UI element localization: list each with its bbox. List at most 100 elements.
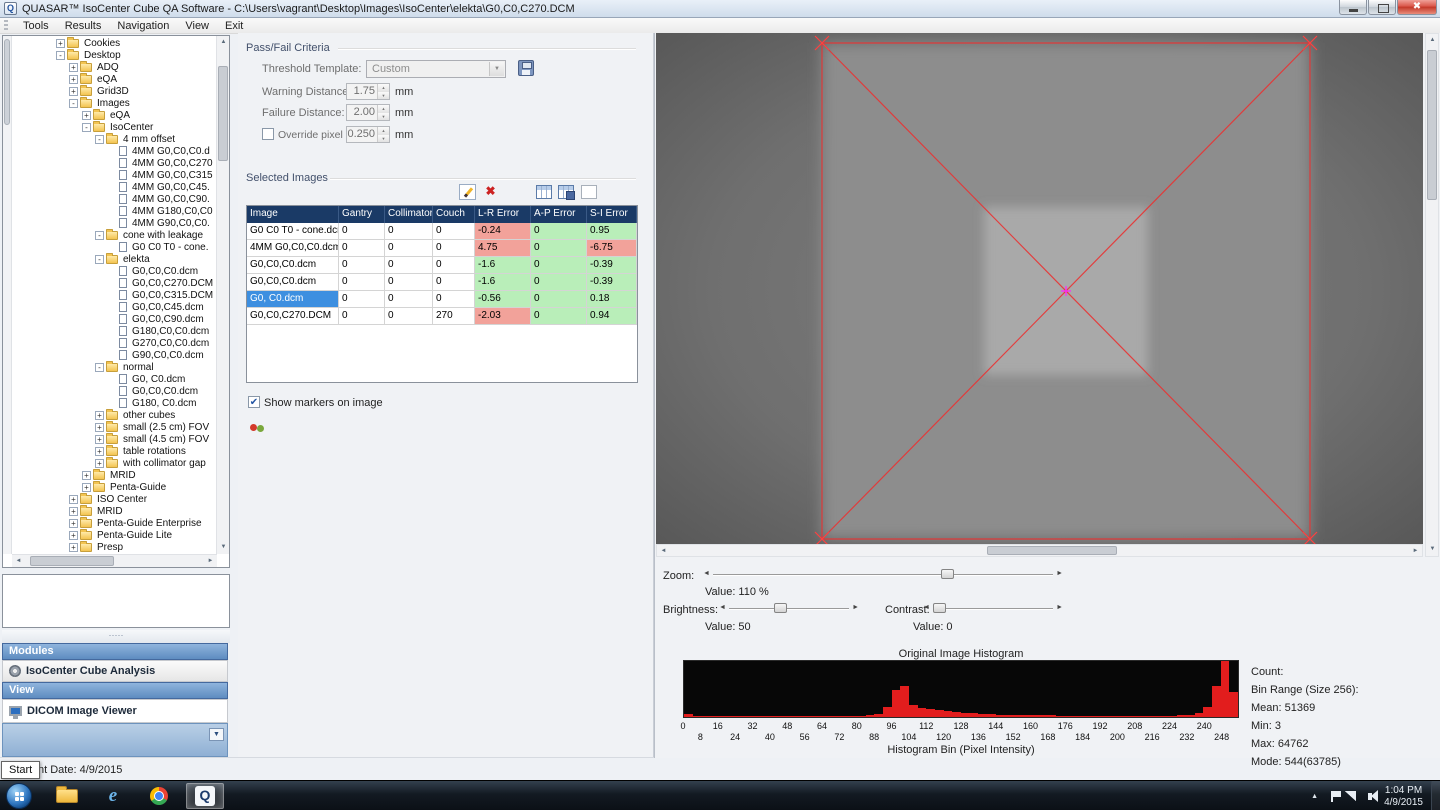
slider-right-arrow[interactable]: ► — [1056, 570, 1063, 577]
slider-right-arrow[interactable]: ► — [1056, 604, 1063, 611]
table-cell[interactable]: G0 C0 T0 - cone.dcm — [247, 223, 339, 240]
show-hidden-icons-arrow[interactable]: ▲ — [1304, 793, 1325, 800]
slider-left-arrow[interactable]: ◄ — [719, 604, 726, 611]
expand-icon[interactable]: + — [69, 519, 78, 528]
tree-item[interactable]: +Presp — [12, 541, 215, 553]
column-header[interactable]: Couch — [433, 206, 475, 223]
show-desktop-button[interactable] — [1431, 781, 1440, 810]
taskbar-chrome-button[interactable] — [140, 783, 178, 809]
tree-item-label[interactable]: G180,C0,C0.dcm — [130, 326, 211, 337]
table-cell[interactable]: -2.03 — [475, 308, 531, 325]
tree-item-label[interactable]: Grid3D — [95, 86, 131, 97]
spinner-arrows[interactable]: ▲▼ — [377, 127, 389, 142]
tree-item[interactable]: G90,C0,C0.dcm — [12, 349, 215, 361]
table-cell[interactable]: 0 — [339, 223, 385, 240]
table-cell[interactable]: 0 — [531, 223, 587, 240]
expand-icon[interactable]: + — [95, 459, 104, 468]
spinner-arrows[interactable]: ▲▼ — [377, 105, 389, 120]
expand-icon[interactable]: + — [69, 87, 78, 96]
tree-item-label[interactable]: G0,C0,C45.dcm — [130, 302, 206, 313]
tree-item[interactable]: +Penta-Guide Enterprise — [12, 517, 215, 529]
tree-item-label[interactable]: other cubes — [121, 410, 177, 421]
tree-item[interactable]: + ADQ — [12, 61, 215, 73]
table-icon[interactable] — [536, 185, 552, 199]
tree-item-label[interactable]: ISO Center — [95, 494, 149, 505]
tree-item[interactable]: +MRID — [12, 469, 215, 481]
column-header[interactable]: L-R Error — [475, 206, 531, 223]
tree-item-label[interactable]: Penta-Guide — [108, 482, 168, 493]
tree-item-label[interactable]: Desktop — [82, 50, 123, 61]
title-bar[interactable]: Q QUASAR™ IsoCenter Cube QA Software - C… — [0, 0, 1440, 18]
menu-exit[interactable]: Exit — [217, 19, 251, 33]
tree-item-label[interactable]: G0, C0.dcm — [130, 374, 187, 385]
table-cell[interactable]: G0,C0,C270.DCM — [247, 308, 339, 325]
scrollbar-thumb[interactable] — [1427, 50, 1437, 200]
override-pixel-input[interactable]: 0.250 ▲▼ — [346, 126, 390, 143]
scroll-up-button[interactable]: ▲ — [1426, 34, 1439, 47]
table-cell[interactable]: -0.56 — [475, 291, 531, 308]
tree-item-label[interactable]: G0 C0 T0 - cone. — [130, 242, 211, 253]
tree-item-label[interactable]: table rotations — [121, 446, 188, 457]
tree-item[interactable]: - Desktop — [12, 49, 215, 61]
view-header[interactable]: View — [2, 682, 228, 699]
tree-item[interactable]: G0,C0,C90.dcm — [12, 313, 215, 325]
table-cell[interactable]: G0,C0,C0.dcm — [247, 274, 339, 291]
scroll-left-button[interactable]: ◄ — [657, 545, 670, 558]
tree-item[interactable]: 4MM G90,C0,C0. — [12, 217, 215, 229]
tree-item[interactable]: - elekta — [12, 253, 215, 265]
table-row[interactable]: 4MM G0,C0,C0.dcm0004.750-6.75 — [247, 240, 637, 257]
expand-icon[interactable]: + — [56, 39, 65, 48]
tree-item-label[interactable]: Penta-Guide Lite — [95, 530, 174, 541]
table-blank-icon[interactable] — [581, 185, 597, 199]
tree-item-label[interactable]: G270,C0,C0.dcm — [130, 338, 211, 349]
tree-item[interactable]: G0,C0,C0.dcm — [12, 265, 215, 277]
scroll-left-button[interactable]: ◄ — [12, 555, 25, 568]
taskbar-quasar-button[interactable]: Q — [186, 783, 224, 809]
tree-item[interactable]: G180,C0,C0.dcm — [12, 325, 215, 337]
tree-item[interactable]: G0,C0,C315.DCM — [12, 289, 215, 301]
column-header[interactable]: Image — [247, 206, 339, 223]
tree-item-label[interactable]: elekta — [121, 254, 152, 265]
table-cell[interactable]: 0.94 — [587, 308, 637, 325]
collapse-icon[interactable]: - — [82, 123, 91, 132]
expand-icon[interactable]: + — [95, 423, 104, 432]
table-cell[interactable]: 0 — [339, 274, 385, 291]
taskbar-explorer-button[interactable] — [48, 783, 86, 809]
table-cell[interactable]: -6.75 — [587, 240, 637, 257]
table-cell[interactable]: 270 — [433, 308, 475, 325]
table-cell[interactable]: 0 — [339, 257, 385, 274]
table-cell[interactable]: 0 — [339, 240, 385, 257]
delete-x-icon[interactable]: ✖ — [482, 184, 499, 200]
tree-item-label[interactable]: ADQ — [95, 62, 121, 73]
table-cell[interactable]: 0 — [385, 291, 433, 308]
expand-icon[interactable]: + — [69, 63, 78, 72]
chevron-down-icon[interactable]: ▼ — [489, 62, 504, 76]
collapse-icon[interactable]: - — [56, 51, 65, 60]
tree-item-label[interactable]: Presp — [95, 542, 125, 553]
contrast-slider-thumb[interactable] — [933, 603, 946, 613]
tree-item[interactable]: 4MM G0,C0,C0.d — [12, 145, 215, 157]
menu-results[interactable]: Results — [57, 19, 110, 33]
column-header[interactable]: S-I Error — [587, 206, 637, 223]
tree-item[interactable]: +table rotations — [12, 445, 215, 457]
tree-item-label[interactable]: G0,C0,C0.dcm — [130, 266, 200, 277]
expand-icon[interactable]: + — [95, 411, 104, 420]
collapse-icon[interactable]: - — [69, 99, 78, 108]
tree-item[interactable]: +with collimator gap — [12, 457, 215, 469]
tree-item[interactable]: + other cubes — [12, 409, 215, 421]
table-cell[interactable]: 0 — [339, 291, 385, 308]
table-cell[interactable]: 0 — [339, 308, 385, 325]
tree-item[interactable]: G0,C0,C45.dcm — [12, 301, 215, 313]
tree-item[interactable]: -IsoCenter — [12, 121, 215, 133]
table-cell[interactable]: 0 — [531, 257, 587, 274]
tree-item-label[interactable]: 4MM G90,C0,C0. — [130, 218, 212, 229]
scrollbar-thumb[interactable] — [30, 556, 114, 566]
slider-left-arrow[interactable]: ◄ — [703, 570, 710, 577]
table-cell[interactable]: 0.95 — [587, 223, 637, 240]
tree-item[interactable]: G270,C0,C0.dcm — [12, 337, 215, 349]
close-button[interactable]: ✖ — [1397, 0, 1437, 15]
table-cell[interactable]: -0.39 — [587, 257, 637, 274]
scroll-up-button[interactable]: ▲ — [217, 36, 230, 49]
tree-item[interactable]: -cone with leakage — [12, 229, 215, 241]
collapse-icon[interactable]: - — [95, 255, 104, 264]
